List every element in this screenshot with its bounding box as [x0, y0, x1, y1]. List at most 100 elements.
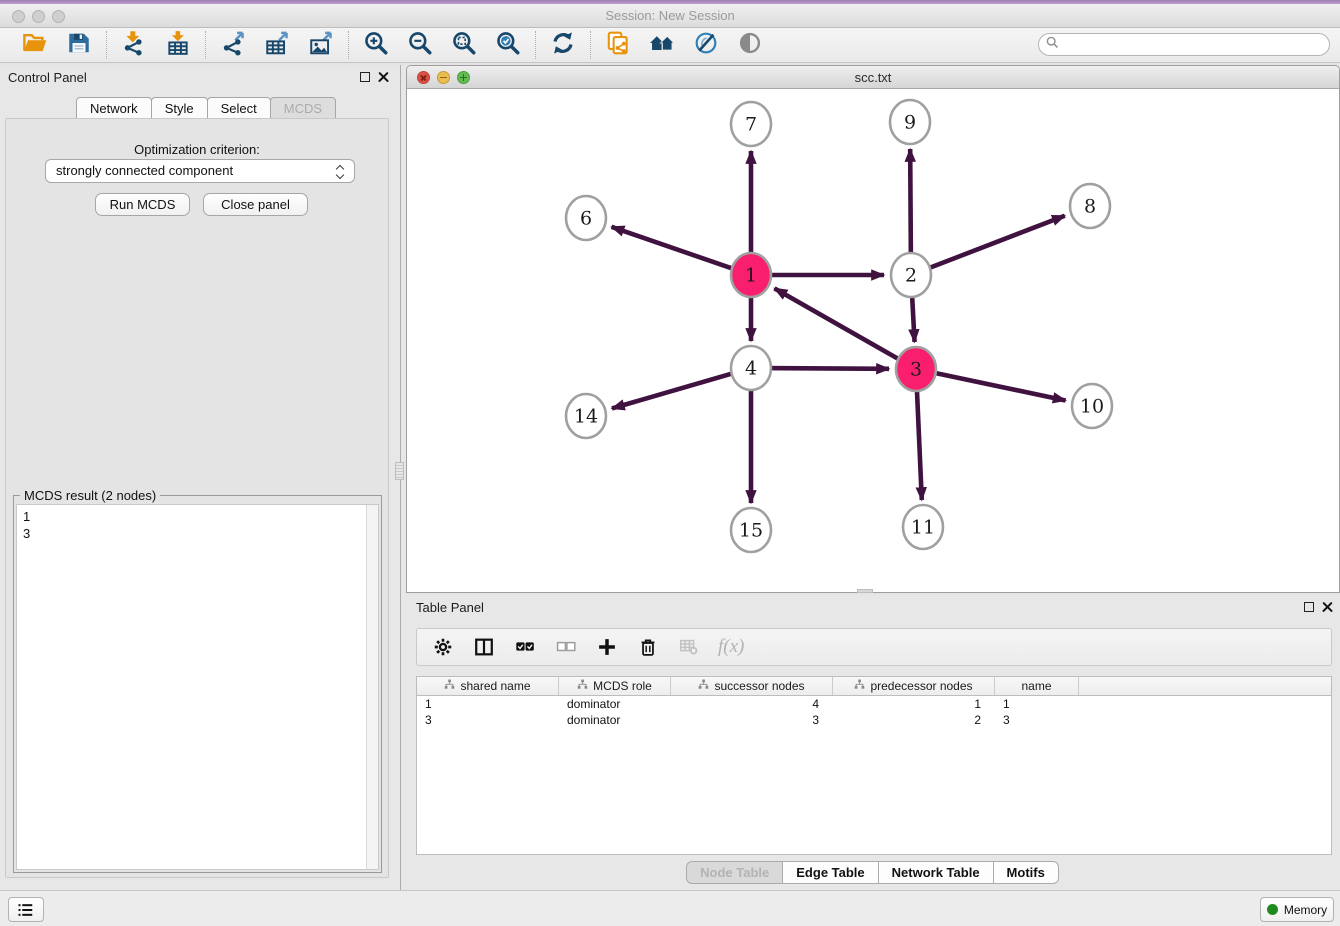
search-field[interactable] — [1038, 33, 1330, 56]
search-input[interactable] — [1059, 34, 1329, 55]
optimization-criterion-label: Optimization criterion: — [6, 142, 388, 157]
copy-network-button[interactable] — [604, 31, 632, 59]
table-panel-float-icon[interactable] — [1304, 602, 1314, 612]
tab-mcds[interactable]: MCDS — [270, 97, 336, 119]
zoom-selected-button[interactable] — [494, 31, 522, 59]
tree-icon — [577, 679, 588, 693]
edge-3-1[interactable] — [774, 288, 907, 364]
search-icon — [1046, 36, 1059, 54]
splitter-handle[interactable] — [395, 462, 404, 480]
tab-edge-table[interactable]: Edge Table — [782, 861, 878, 884]
status-bar: Memory — [0, 890, 1340, 926]
memory-label: Memory — [1284, 903, 1327, 917]
mcds-result-scrollbar[interactable] — [366, 505, 378, 869]
zoom-fit-button[interactable] — [450, 31, 478, 59]
export-table-icon — [264, 30, 290, 61]
graph-node-label-9: 9 — [904, 112, 916, 134]
run-mcds-button[interactable]: Run MCDS — [95, 193, 190, 216]
cell-shared-name[interactable]: 1 — [417, 696, 559, 712]
cell-MCDS-role[interactable]: dominator — [559, 696, 671, 712]
task-history-button[interactable] — [8, 897, 44, 922]
cell-name[interactable]: 3 — [995, 712, 1079, 728]
tree-icon — [444, 679, 455, 693]
tab-node-table[interactable]: Node Table — [686, 861, 783, 884]
export-image-icon — [308, 30, 334, 61]
tab-network[interactable]: Network — [76, 97, 152, 119]
import-network-button[interactable] — [120, 31, 148, 59]
network-window-titlebar[interactable]: scc.txt — [407, 66, 1339, 89]
cell-MCDS-role[interactable]: dominator — [559, 712, 671, 728]
export-table-button[interactable] — [263, 31, 291, 59]
export-image-button[interactable] — [307, 31, 335, 59]
save-session-icon — [66, 30, 92, 61]
column-header-shared-name[interactable]: shared name — [417, 677, 559, 695]
edge-4-14[interactable] — [612, 371, 741, 409]
zoom-out-button[interactable] — [406, 31, 434, 59]
column-label: shared name — [460, 679, 530, 693]
zoom-in-icon — [363, 30, 389, 61]
close-panel-button[interactable]: Close panel — [203, 193, 308, 216]
open-file-button[interactable] — [21, 31, 49, 59]
import-table-button[interactable] — [164, 31, 192, 59]
vizmapper-icon — [693, 30, 719, 61]
session-title: Session: New Session — [0, 8, 1340, 23]
vizmapper-button[interactable] — [692, 31, 720, 59]
table-row[interactable]: 1dominator411 — [417, 696, 1331, 712]
mcds-result-box[interactable]: 1 3 — [16, 504, 379, 870]
cell-name[interactable]: 1 — [995, 696, 1079, 712]
cell-successor-nodes[interactable]: 3 — [671, 712, 833, 728]
edge-1-6[interactable] — [612, 227, 742, 272]
export-network-icon — [220, 30, 246, 61]
tab-network-table[interactable]: Network Table — [878, 861, 994, 884]
graph-node-label-7: 7 — [745, 114, 757, 136]
edge-4-3[interactable] — [761, 368, 889, 369]
graph-node-label-14: 14 — [574, 406, 598, 428]
memory-button[interactable]: Memory — [1260, 897, 1334, 922]
table-panel: Table Panel f(x) shared nameMCDS rolesuc… — [406, 595, 1340, 890]
column-header-MCDS-role[interactable]: MCDS role — [559, 677, 671, 695]
column-label: predecessor nodes — [870, 679, 972, 693]
select-stepper-icon — [336, 164, 346, 180]
edge-3-10[interactable] — [926, 371, 1066, 400]
tab-motifs[interactable]: Motifs — [993, 861, 1059, 884]
edge-2-9[interactable] — [910, 149, 911, 265]
titlebar[interactable]: Session: New Session — [0, 4, 1340, 28]
table-header-row: shared name MCDS rolesuccessor nodes prede… — [417, 677, 1331, 696]
column-header-successor-nodes[interactable]: successor nodes — [671, 677, 833, 695]
cell-shared-name[interactable]: 3 — [417, 712, 559, 728]
column-header-predecessor-nodes[interactable]: predecessor nodes — [833, 677, 995, 695]
column-header-name[interactable]: name — [995, 677, 1079, 695]
network-canvas[interactable]: 1234678910111415 — [407, 89, 1340, 593]
table-row[interactable]: 3dominator323 — [417, 712, 1331, 728]
column-label: name — [1021, 679, 1051, 693]
copy-network-icon — [605, 30, 631, 61]
vertical-splitter[interactable] — [394, 65, 406, 890]
zoom-in-button[interactable] — [362, 31, 390, 59]
edge-2-8[interactable] — [920, 216, 1064, 272]
select-all-button[interactable] — [513, 635, 537, 659]
export-network-button[interactable] — [219, 31, 247, 59]
hide-panel-button[interactable] — [736, 31, 764, 59]
save-session-button[interactable] — [65, 31, 93, 59]
horizontal-splitter-handle[interactable] — [857, 589, 873, 593]
hide-panel-icon — [737, 30, 763, 61]
home-button[interactable] — [648, 31, 676, 59]
refresh-button[interactable] — [549, 31, 577, 59]
add-row-button[interactable] — [595, 635, 619, 659]
show-columns-button[interactable] — [472, 635, 496, 659]
edge-3-11[interactable] — [916, 379, 921, 500]
cell-predecessor-nodes[interactable]: 2 — [833, 712, 995, 728]
zoom-out-icon — [407, 30, 433, 61]
cell-successor-nodes[interactable]: 4 — [671, 696, 833, 712]
control-panel-close-icon[interactable] — [378, 71, 390, 83]
control-panel-float-icon[interactable] — [360, 72, 370, 82]
delete-row-button[interactable] — [636, 635, 660, 659]
control-panel: Control Panel NetworkStyleSelectMCDS Opt… — [0, 65, 394, 890]
tab-select[interactable]: Select — [207, 97, 271, 119]
optimization-criterion-select[interactable]: strongly connected component — [45, 159, 355, 183]
table-panel-close-icon[interactable] — [1322, 601, 1334, 613]
tab-style[interactable]: Style — [151, 97, 208, 119]
cell-predecessor-nodes[interactable]: 1 — [833, 696, 995, 712]
deselect-all-button[interactable] — [554, 635, 578, 659]
settings-button[interactable] — [431, 635, 455, 659]
